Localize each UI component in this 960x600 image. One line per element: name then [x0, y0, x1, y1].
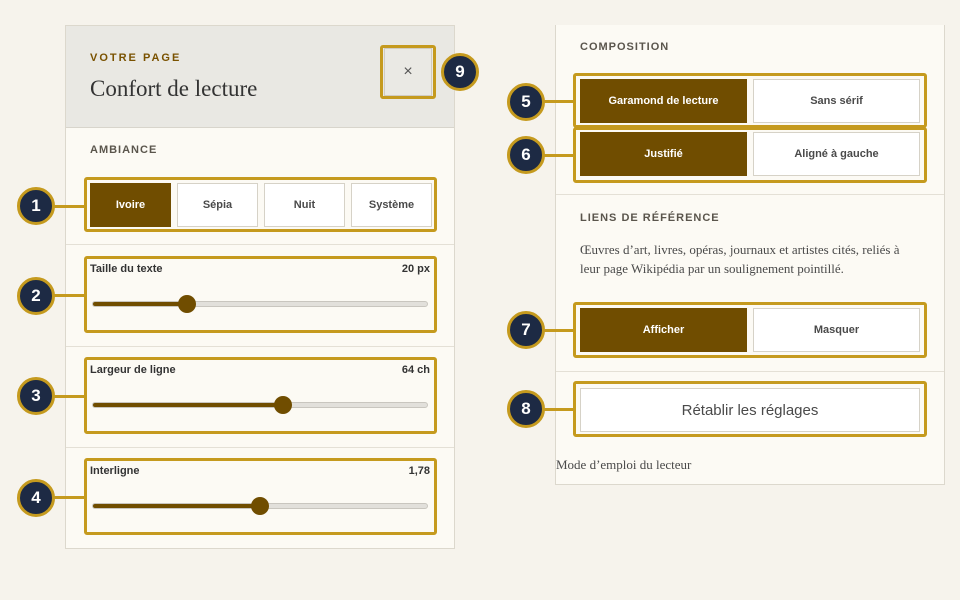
- slider-fill: [93, 302, 187, 306]
- callout-badge-6: 6: [507, 136, 545, 174]
- divider: [66, 346, 454, 347]
- panel-header: VOTRE PAGE Confort de lecture ×: [66, 26, 454, 128]
- align-option-justify[interactable]: Justifié: [580, 132, 747, 176]
- align-option-left[interactable]: Aligné à gauche: [753, 132, 920, 176]
- slider-label: Interligne: [90, 465, 140, 477]
- slider-fill: [93, 403, 284, 407]
- font-option-garamond[interactable]: Garamond de lecture: [580, 79, 747, 123]
- callout-badge-7: 7: [507, 311, 545, 349]
- slider-value: 64 ch: [401, 364, 430, 376]
- slider-track[interactable]: [92, 396, 428, 414]
- callout-leader: [54, 205, 86, 208]
- slider-thumb[interactable]: [177, 295, 196, 313]
- close-button[interactable]: ×: [384, 48, 432, 96]
- ambiance-option-ivoire[interactable]: Ivoire: [90, 183, 171, 227]
- slider-thumb[interactable]: [274, 396, 293, 414]
- close-icon: ×: [403, 63, 413, 80]
- callout-badge-4: 4: [17, 479, 55, 517]
- typesetting-panel: COMPOSITION Garamond de lecture Sans sér…: [555, 25, 945, 485]
- reader-guide-link[interactable]: Mode d’emploi du lecteur: [556, 457, 691, 473]
- links-option-show[interactable]: Afficher: [580, 308, 747, 352]
- text-size-slider: Taille du texte 20 px: [90, 263, 430, 313]
- line-width-slider: Largeur de ligne 64 ch: [90, 364, 430, 414]
- callout-leader: [544, 154, 575, 157]
- divider: [66, 447, 454, 448]
- slider-track[interactable]: [92, 295, 428, 313]
- ambiance-selector: Ivoire Sépia Nuit Système: [90, 183, 432, 227]
- callout-leader: [54, 496, 86, 499]
- reference-links-selector: Afficher Masquer: [580, 308, 920, 352]
- callout-leader: [544, 408, 575, 411]
- divider: [556, 194, 944, 195]
- ambiance-option-nuit[interactable]: Nuit: [264, 183, 345, 227]
- composition-label: COMPOSITION: [580, 41, 670, 53]
- callout-badge-3: 3: [17, 377, 55, 415]
- callout-badge-9: 9: [441, 53, 479, 91]
- callout-leader: [544, 329, 575, 332]
- callout-badge-1: 1: [17, 187, 55, 225]
- slider-value: 1,78: [408, 465, 430, 477]
- divider: [66, 244, 454, 245]
- callout-badge-5: 5: [507, 83, 545, 121]
- callout-badge-8: 8: [507, 390, 545, 428]
- slider-track[interactable]: [92, 497, 428, 515]
- ambiance-label: AMBIANCE: [90, 144, 158, 156]
- callout-leader: [54, 395, 86, 398]
- reference-links-label: LIENS DE RÉFÉRENCE: [580, 212, 720, 224]
- divider: [556, 371, 944, 372]
- line-height-slider: Interligne 1,78: [90, 465, 430, 515]
- panel-eyebrow: VOTRE PAGE: [90, 52, 182, 64]
- ambiance-option-sepia[interactable]: Sépia: [177, 183, 258, 227]
- panel-title: Confort de lecture: [90, 76, 258, 101]
- font-option-sans-serif[interactable]: Sans sérif: [753, 79, 920, 123]
- callout-leader: [54, 294, 86, 297]
- callout-badge-2: 2: [17, 277, 55, 315]
- callout-leader: [544, 100, 575, 103]
- slider-thumb[interactable]: [251, 497, 269, 515]
- slider-label: Largeur de ligne: [90, 364, 176, 376]
- reference-links-description: Œuvres d’art, livres, opéras, journaux e…: [580, 242, 900, 276]
- font-selector: Garamond de lecture Sans sérif: [580, 79, 920, 123]
- ambiance-option-systeme[interactable]: Système: [351, 183, 432, 227]
- alignment-selector: Justifié Aligné à gauche: [580, 132, 920, 176]
- reset-settings-button[interactable]: Rétablir les réglages: [580, 388, 920, 432]
- slider-value: 20 px: [401, 263, 430, 275]
- links-option-hide[interactable]: Masquer: [753, 308, 920, 352]
- slider-fill: [93, 504, 260, 508]
- reading-comfort-panel: VOTRE PAGE Confort de lecture × AMBIANCE…: [65, 25, 455, 549]
- slider-label: Taille du texte: [90, 263, 163, 275]
